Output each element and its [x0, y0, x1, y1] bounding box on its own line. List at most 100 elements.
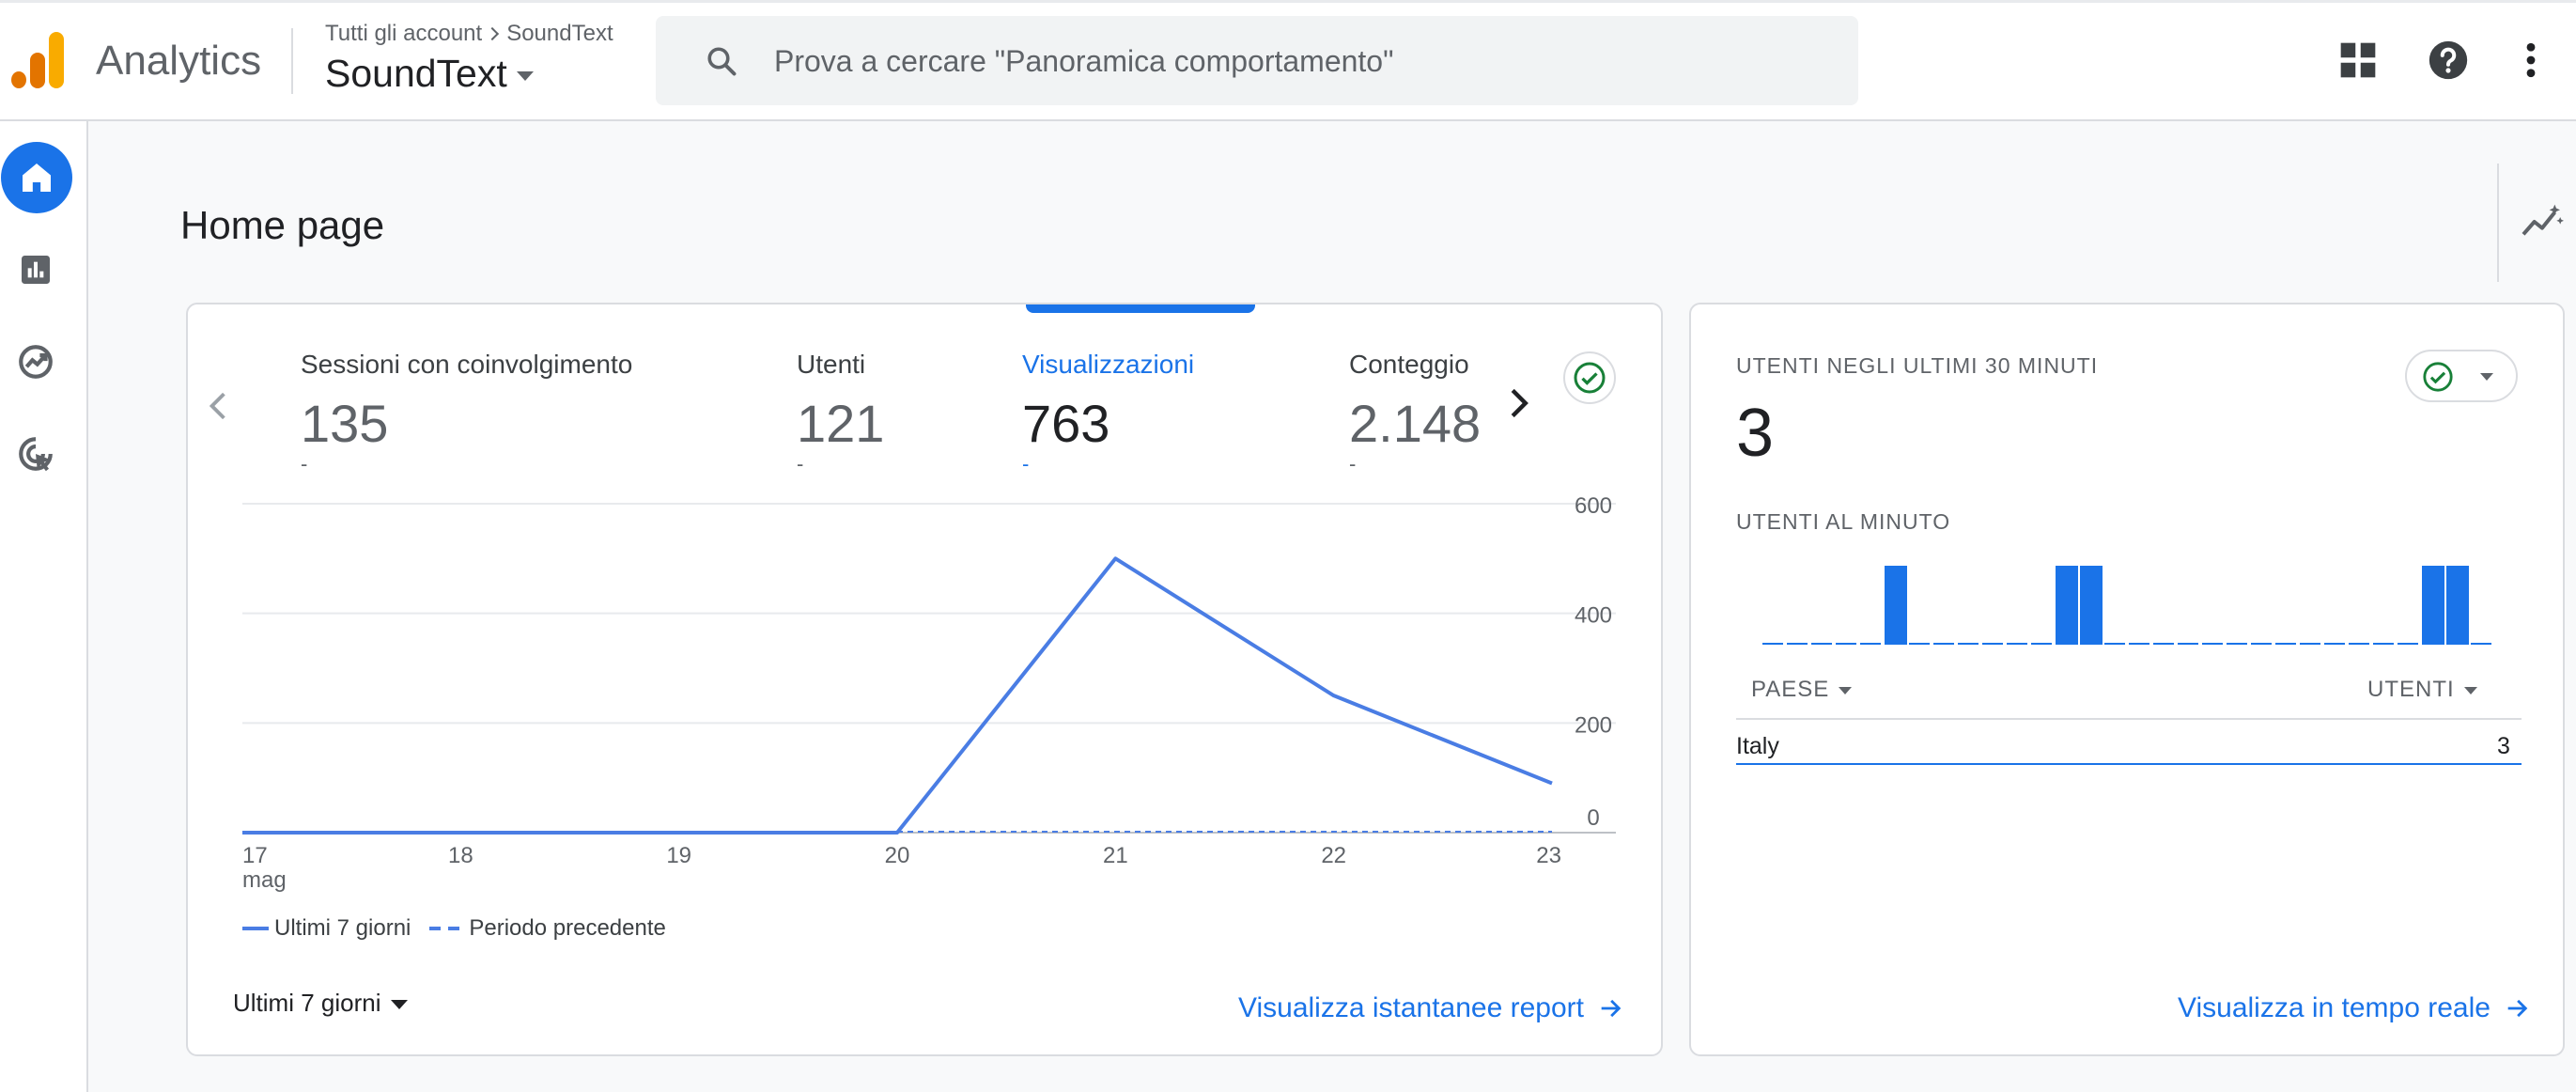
minute-bar	[2251, 643, 2272, 645]
per-minute-title: UTENTI AL MINUTO	[1736, 509, 1951, 534]
view-report-snapshot-link[interactable]: Visualizza istantanee report	[1238, 992, 1623, 1024]
minute-bar	[1958, 643, 1979, 645]
minute-bar	[1982, 643, 2003, 645]
minute-bar	[2422, 566, 2444, 645]
minute-bar	[2104, 643, 2125, 645]
legend-dashed-swatch	[429, 927, 460, 930]
x-tick-label: 23	[1536, 843, 1561, 868]
page-title: Home page	[180, 203, 385, 247]
minute-bar	[2349, 643, 2369, 645]
minute-bar	[2275, 643, 2296, 645]
x-tick-label: 18	[448, 843, 473, 868]
series-line-current	[242, 556, 1553, 835]
realtime-status-dropdown[interactable]	[2405, 350, 2518, 402]
arrow-forward-icon	[1601, 999, 1622, 1018]
users-per-minute-chart	[1762, 566, 2491, 645]
arrow-forward-icon	[2507, 999, 2528, 1018]
realtime-card: UTENTI NEGLI ULTIMI 30 MINUTI 3 UTENTI A…	[1689, 303, 2565, 1056]
date-range-selector[interactable]: Ultimi 7 giorni	[233, 989, 408, 1018]
minute-bar	[2324, 643, 2345, 645]
insights-icon[interactable]	[2520, 203, 2565, 241]
sort-caret-icon	[1839, 686, 1853, 694]
search-bar[interactable]: Prova a cercare "Panoramica comportament…	[656, 16, 1858, 105]
minute-bar	[2227, 643, 2247, 645]
x-tick-label: 21	[1103, 843, 1128, 868]
chart-legend: Ultimi 7 giorni Periodo precedente	[242, 915, 666, 942]
minute-bar	[2471, 643, 2491, 645]
minute-bar	[2446, 566, 2469, 645]
minute-bar	[1762, 643, 1783, 645]
left-navigation-rail	[0, 121, 88, 1092]
table-cell-country: Italy	[1736, 733, 1779, 759]
minute-bar	[2178, 643, 2198, 645]
minute-bar	[1909, 643, 1930, 645]
y-tick-label: 400	[1575, 603, 1612, 629]
explore-icon	[19, 345, 53, 379]
view-realtime-label: Visualizza in tempo reale	[2178, 992, 2491, 1023]
realtime-value: 3	[1736, 396, 1775, 471]
x-tick-month-label: mag	[242, 867, 287, 893]
dropdown-caret-icon	[516, 71, 534, 82]
rail-item-reports[interactable]	[0, 234, 71, 305]
view-report-snapshot-label: Visualizza istantanee report	[1238, 992, 1584, 1023]
header-divider	[291, 28, 293, 94]
minute-bar	[2031, 643, 2052, 645]
dropdown-caret-icon	[390, 1000, 408, 1010]
x-tick-label: 20	[885, 843, 910, 868]
search-icon	[707, 47, 737, 76]
minute-bar	[1811, 643, 1832, 645]
dropdown-caret-icon	[2480, 373, 2493, 381]
sort-caret-icon	[2463, 686, 2477, 694]
overview-card: Sessioni con coinvolgimento 135 - Utenti…	[186, 303, 1663, 1056]
minute-bar	[1885, 566, 1907, 645]
x-tick-label: 22	[1321, 843, 1346, 868]
breadcrumb-current[interactable]: SoundText	[506, 21, 613, 46]
y-tick-label: 600	[1575, 493, 1612, 519]
rail-item-explore[interactable]	[0, 326, 71, 398]
minute-bar	[1933, 643, 1954, 645]
legend-solid-swatch	[242, 927, 269, 930]
apps-grid-icon[interactable]	[2337, 39, 2379, 81]
breadcrumb-chevron-icon	[486, 26, 500, 41]
bar-chart-icon	[22, 256, 50, 284]
rail-item-advertising[interactable]	[0, 418, 71, 490]
minute-bar	[2129, 643, 2149, 645]
insights-divider	[2497, 164, 2499, 282]
view-realtime-link[interactable]: Visualizza in tempo reale	[2178, 992, 2530, 1024]
table-row-bar	[1736, 763, 2522, 765]
breadcrumb-root[interactable]: Tutti gli account	[325, 21, 482, 46]
more-vert-icon[interactable]	[2510, 39, 2552, 81]
table-header-divider	[1736, 718, 2522, 720]
check-circle-icon	[2423, 362, 2453, 392]
analytics-logo[interactable]	[11, 32, 64, 88]
minute-bar	[2056, 566, 2078, 645]
legend-previous-label: Periodo precedente	[469, 915, 666, 941]
home-icon	[23, 164, 51, 192]
minute-bar	[1787, 643, 1808, 645]
legend-current-label: Ultimi 7 giorni	[274, 915, 411, 941]
advertising-icon	[19, 437, 53, 472]
column-header-country-label: PAESE	[1751, 677, 1830, 702]
top-app-bar: Analytics Tutti gli account SoundText Sou…	[0, 0, 2576, 121]
breadcrumb[interactable]: Tutti gli account SoundText	[325, 21, 613, 47]
minute-bar	[2398, 643, 2418, 645]
minute-bar	[2153, 643, 2174, 645]
column-header-country[interactable]: PAESE	[1751, 677, 1853, 703]
rail-item-home[interactable]	[1, 142, 72, 213]
help-icon[interactable]	[2428, 39, 2469, 81]
x-tick-label: 17	[242, 843, 268, 868]
minute-bar	[2300, 643, 2320, 645]
column-header-users[interactable]: UTENTI	[2367, 677, 2477, 703]
x-tick-label: 19	[666, 843, 691, 868]
y-tick-label: 0	[1587, 805, 1599, 831]
minute-bar	[1836, 643, 1856, 645]
minute-bar	[2007, 643, 2027, 645]
minute-bar	[2080, 566, 2103, 645]
property-selector[interactable]: SoundText	[325, 52, 534, 96]
search-placeholder: Prova a cercare "Panoramica comportament…	[774, 44, 1394, 78]
date-range-label: Ultimi 7 giorni	[233, 989, 381, 1017]
top-stripe	[0, 0, 2576, 3]
views-line-chart: 0 200 400 600 17mag 18 19 20 21 22 23	[242, 493, 1616, 893]
minute-bar	[2373, 643, 2394, 645]
property-name: SoundText	[325, 52, 507, 95]
